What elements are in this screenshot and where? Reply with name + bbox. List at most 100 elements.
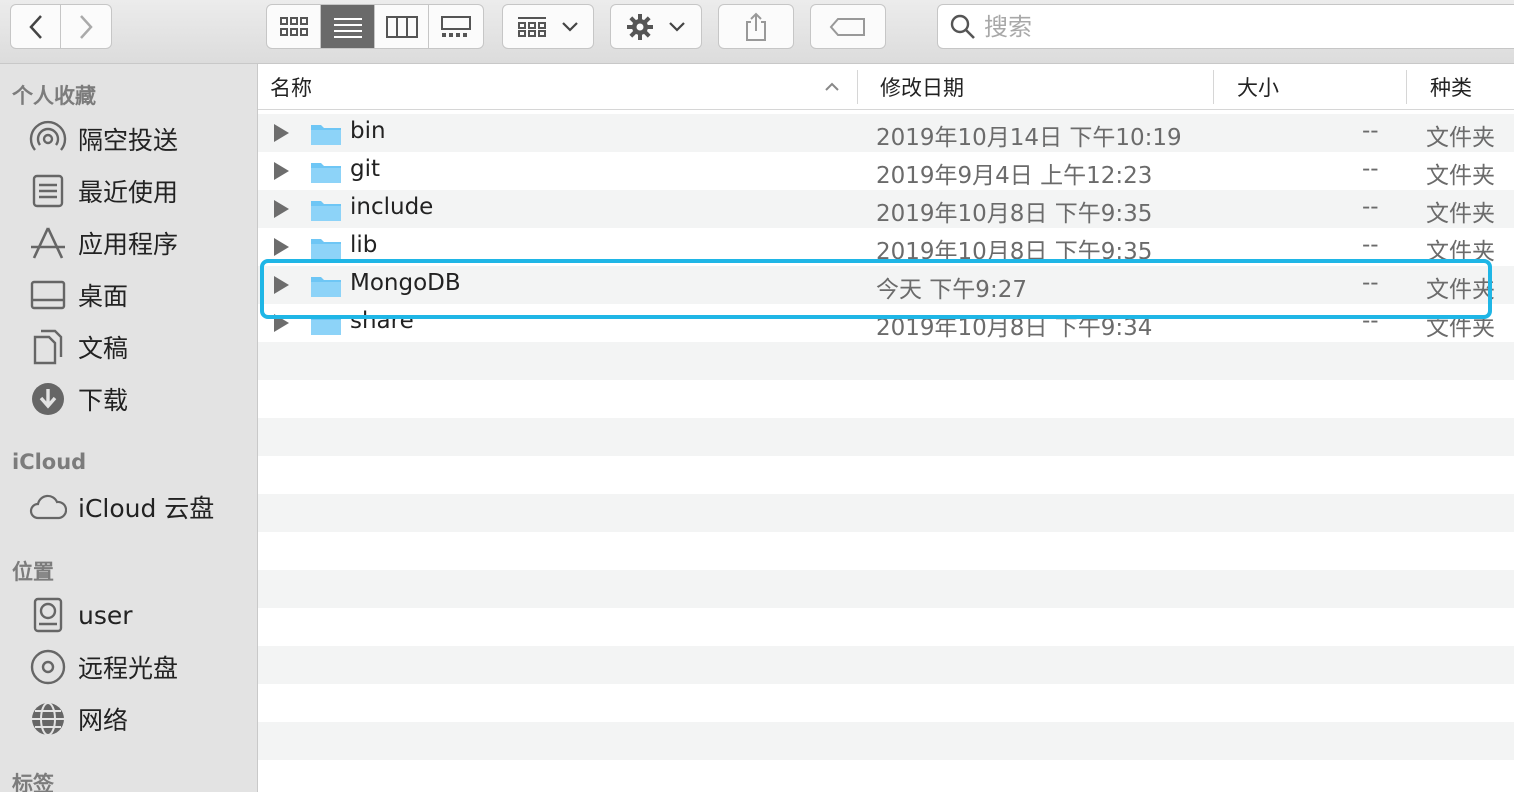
search-icon xyxy=(950,14,975,39)
file-size: -- xyxy=(1362,194,1379,220)
column-header-size[interactable]: 大小 xyxy=(1237,64,1279,110)
file-kind: 文件夹 xyxy=(1426,125,1495,151)
column-view-button[interactable] xyxy=(375,5,429,48)
icon-view-button[interactable] xyxy=(267,5,321,48)
file-date: 2019年10月8日 下午9:35 xyxy=(876,239,1153,265)
sidebar-item-desktop[interactable]: 桌面 xyxy=(28,275,128,315)
folder-icon xyxy=(311,239,341,259)
file-name: lib xyxy=(350,232,378,258)
forward-button[interactable] xyxy=(61,5,111,48)
grid-icon xyxy=(279,16,308,36)
search-field[interactable] xyxy=(937,4,1514,49)
sidebar-item-airdrop[interactable]: 隔空投送 xyxy=(28,119,178,159)
columns-icon xyxy=(385,15,418,38)
gallery-icon xyxy=(441,15,471,37)
list-icon xyxy=(333,17,362,38)
sidebar-item-label: user xyxy=(78,600,133,630)
column-header-name[interactable]: 名称 xyxy=(270,64,312,110)
column-divider[interactable] xyxy=(857,70,858,104)
disk-icon xyxy=(28,595,68,635)
cloud-icon xyxy=(28,487,68,527)
column-header-kind[interactable]: 种类 xyxy=(1430,64,1472,110)
empty-row xyxy=(258,532,1514,570)
action-menu-button[interactable] xyxy=(610,4,702,49)
column-divider[interactable] xyxy=(1406,70,1407,104)
nav-buttons xyxy=(10,4,112,49)
sidebar-item-recents[interactable]: 最近使用 xyxy=(28,171,178,211)
list-view-button[interactable] xyxy=(321,5,375,48)
empty-row xyxy=(258,646,1514,684)
sidebar-item-label: 文稿 xyxy=(78,334,129,363)
file-row[interactable]: include 2019年10月8日 下午9:35 -- 文件夹 xyxy=(258,190,1514,228)
folder-icon xyxy=(311,201,341,221)
column-divider[interactable] xyxy=(1213,70,1214,104)
network-globe-icon xyxy=(28,699,68,739)
search-input[interactable] xyxy=(984,12,1384,41)
column-header-date[interactable]: 修改日期 xyxy=(880,64,964,110)
file-date: 2019年10月8日 下午9:35 xyxy=(876,201,1153,227)
file-size: -- xyxy=(1362,118,1379,144)
sidebar-item-network[interactable]: 网络 xyxy=(28,699,128,739)
disclosure-triangle-icon[interactable] xyxy=(274,162,289,180)
file-kind: 文件夹 xyxy=(1426,163,1495,189)
file-row[interactable]: share 2019年10月8日 下午9:34 -- 文件夹 xyxy=(258,304,1514,342)
optical-disc-icon xyxy=(28,647,68,687)
sidebar-item-label: 桌面 xyxy=(78,282,129,311)
group-by-button[interactable] xyxy=(502,4,594,49)
file-kind: 文件夹 xyxy=(1426,201,1495,227)
file-row[interactable]: MongoDB 今天 下午9:27 -- 文件夹 xyxy=(258,266,1514,304)
file-name: MongoDB xyxy=(350,270,461,296)
empty-row xyxy=(258,380,1514,418)
sidebar-item-documents[interactable]: 文稿 xyxy=(28,327,128,367)
disclosure-triangle-icon[interactable] xyxy=(274,200,289,218)
back-button[interactable] xyxy=(11,5,61,48)
file-date: 今天 下午9:27 xyxy=(876,277,1027,303)
empty-row xyxy=(258,494,1514,532)
file-size: -- xyxy=(1362,232,1379,258)
sidebar-item-label: 网络 xyxy=(78,706,129,735)
disclosure-triangle-icon[interactable] xyxy=(274,314,289,332)
group-grid-icon xyxy=(518,16,546,37)
disclosure-triangle-icon[interactable] xyxy=(274,276,289,294)
file-row[interactable]: lib 2019年10月8日 下午9:35 -- 文件夹 xyxy=(258,228,1514,266)
chevron-down-icon xyxy=(562,21,578,32)
sidebar-item-downloads[interactable]: 下载 xyxy=(28,379,128,419)
sidebar-item-label: 隔空投送 xyxy=(78,126,179,155)
file-name: git xyxy=(350,156,381,182)
file-kind: 文件夹 xyxy=(1426,315,1495,341)
chevron-down-icon xyxy=(669,21,685,32)
share-button[interactable] xyxy=(718,4,794,49)
sort-ascending-icon xyxy=(825,82,839,91)
file-row[interactable]: bin 2019年10月14日 下午10:19 -- 文件夹 xyxy=(258,114,1514,152)
view-mode-control xyxy=(266,4,484,49)
downloads-icon xyxy=(28,379,68,419)
empty-row xyxy=(258,342,1514,380)
disclosure-triangle-icon[interactable] xyxy=(274,124,289,142)
recents-icon xyxy=(28,171,68,211)
empty-row xyxy=(258,570,1514,608)
chevron-right-icon xyxy=(80,14,93,39)
file-row[interactable]: git 2019年9月4日 上午12:23 -- 文件夹 xyxy=(258,152,1514,190)
empty-row xyxy=(258,760,1514,792)
file-name: share xyxy=(350,308,414,334)
chevron-left-icon xyxy=(28,14,42,39)
tag-icon xyxy=(829,17,865,36)
empty-row xyxy=(258,418,1514,456)
folder-icon xyxy=(311,163,341,183)
file-kind: 文件夹 xyxy=(1426,277,1495,303)
sidebar-section-locations: 位置 xyxy=(12,560,54,584)
sidebar-item-user[interactable]: user xyxy=(28,595,133,635)
gallery-view-button[interactable] xyxy=(429,5,483,48)
sidebar-item-label: iCloud 云盘 xyxy=(78,494,215,523)
file-size: -- xyxy=(1362,156,1379,182)
sidebar-item-icloud-drive[interactable]: iCloud 云盘 xyxy=(28,487,214,527)
sidebar: 个人收藏 隔空投送 最近使用 应用程序 桌面 文稿 下载 iCloud iClo… xyxy=(0,64,258,792)
disclosure-triangle-icon[interactable] xyxy=(274,238,289,256)
file-date: 2019年10月8日 下午9:34 xyxy=(876,315,1153,341)
sidebar-item-remote-disc[interactable]: 远程光盘 xyxy=(28,647,178,687)
sidebar-item-applications[interactable]: 应用程序 xyxy=(28,223,178,263)
airdrop-icon xyxy=(28,119,68,159)
sidebar-section-icloud: iCloud xyxy=(12,450,87,474)
sidebar-section-favorites: 个人收藏 xyxy=(12,84,96,108)
tags-button[interactable] xyxy=(810,4,886,49)
